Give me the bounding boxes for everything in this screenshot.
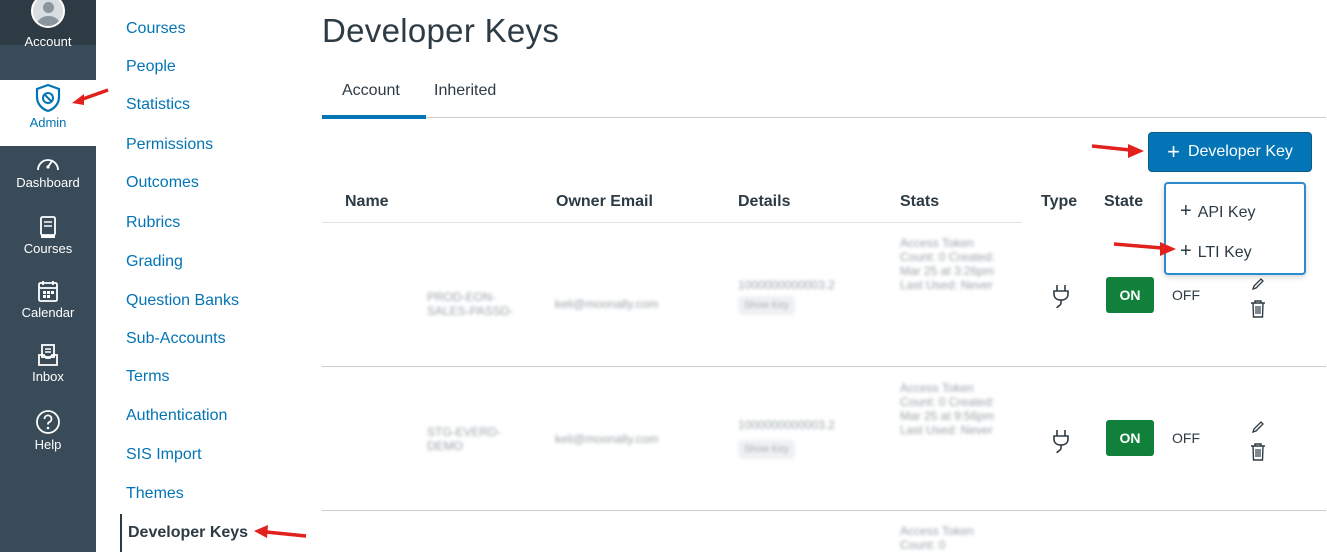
avatar — [31, 0, 65, 28]
annotation-arrow-add-key — [1091, 144, 1144, 158]
lti-plug-icon — [1053, 285, 1069, 309]
courses-book-icon — [40, 216, 56, 238]
row-stats: Access Token Count: 0 Created: Mar 25 at… — [900, 236, 995, 292]
global-nav-account-label: Account — [24, 34, 72, 49]
edit-pencil-icon[interactable] — [1251, 277, 1265, 291]
row-details-badge: Show Key — [738, 440, 796, 459]
table-header-divider — [322, 222, 1022, 223]
annotation-arrow-lti-key — [1113, 242, 1176, 256]
account-sub-nav: Courses People Statistics Permissions Ou… — [120, 0, 300, 552]
row-key-name: STG-EVERD-DEMO — [427, 425, 502, 453]
add-developer-key-label: Developer Key — [1187, 143, 1293, 160]
column-header-type: Type — [1041, 193, 1078, 210]
row-details-badge: Show Key — [738, 296, 796, 315]
row-key-name: PROD-EON-SALES-PASSD- — [427, 290, 514, 318]
global-nav-courses-label: Courses — [23, 241, 73, 256]
plus-icon: + — [1180, 240, 1192, 262]
subnav-grading[interactable]: Grading — [120, 243, 183, 281]
global-nav-calendar[interactable]: Calendar — [0, 279, 96, 320]
delete-trash-icon[interactable] — [1249, 442, 1267, 462]
global-nav-courses[interactable]: Courses — [0, 215, 96, 256]
plus-icon: + — [1180, 200, 1192, 222]
dashboard-gauge-icon — [37, 159, 59, 171]
column-header-state: State — [1104, 193, 1144, 210]
global-nav-dashboard[interactable]: Dashboard — [0, 153, 96, 190]
add-developer-key-button[interactable]: + Developer Key — [1148, 132, 1312, 172]
subnav-rubrics[interactable]: Rubrics — [120, 204, 180, 242]
subnav-question-banks[interactable]: Question Banks — [120, 282, 239, 320]
subnav-courses[interactable]: Courses — [120, 10, 186, 48]
column-header-name: Name — [345, 193, 389, 210]
calendar-icon — [38, 281, 58, 302]
table-row-divider — [322, 366, 1326, 367]
menu-item-lti-key[interactable]: + LTI Key — [1180, 240, 1252, 263]
table-row-divider — [322, 510, 1326, 511]
tab-bar: Account Inherited — [322, 72, 1326, 118]
menu-item-api-key[interactable]: + API Key — [1180, 200, 1256, 223]
state-on-toggle[interactable]: ON — [1106, 277, 1154, 313]
global-nav-help[interactable]: Help — [0, 409, 96, 452]
inbox-icon — [38, 344, 58, 366]
annotation-arrow-developer-keys — [254, 525, 307, 538]
global-nav-calendar-label: Calendar — [21, 305, 75, 320]
state-off-toggle[interactable]: OFF — [1172, 430, 1200, 446]
edit-pencil-icon[interactable] — [1251, 420, 1265, 434]
row-details-id: 1000000000003.2 — [738, 418, 835, 432]
state-on-toggle[interactable]: ON — [1106, 420, 1154, 456]
subnav-themes[interactable]: Themes — [120, 475, 184, 513]
subnav-sub-accounts[interactable]: Sub-Accounts — [120, 320, 226, 358]
global-nav-help-label: Help — [34, 437, 62, 452]
column-header-details: Details — [738, 193, 791, 210]
row-owner-email: keli@moonally.com — [555, 432, 659, 446]
plus-icon: + — [1167, 139, 1180, 164]
subnav-outcomes[interactable]: Outcomes — [120, 164, 199, 202]
tab-account[interactable]: Account — [342, 82, 400, 100]
tab-inherited[interactable]: Inherited — [434, 82, 496, 100]
state-off-toggle[interactable]: OFF — [1172, 287, 1200, 303]
menu-item-api-key-label: API Key — [1197, 204, 1256, 221]
global-nav-inbox[interactable]: Inbox — [0, 343, 96, 384]
subnav-authentication[interactable]: Authentication — [120, 397, 227, 435]
global-nav-admin-label: Admin — [29, 115, 67, 130]
subnav-statistics[interactable]: Statistics — [120, 86, 190, 124]
lti-plug-icon — [1053, 430, 1069, 454]
tab-active-indicator — [322, 115, 426, 119]
global-nav: Account Admin Dashboard Courses Calendar… — [0, 0, 96, 552]
subnav-permissions[interactable]: Permissions — [120, 126, 213, 164]
global-nav-account[interactable]: Account — [0, 0, 96, 49]
admin-shield-icon — [35, 83, 61, 113]
row-details-id: 1000000000003.2 — [738, 278, 835, 292]
column-header-stats: Stats — [900, 193, 940, 210]
row-owner-email: keli@moonally.com — [555, 297, 659, 311]
annotation-arrow-admin — [72, 88, 109, 105]
global-nav-dashboard-label: Dashboard — [16, 175, 80, 190]
menu-item-lti-key-label: LTI Key — [1197, 244, 1252, 261]
row-stats: Access Token Count: 0 — [900, 524, 974, 552]
subnav-developer-keys[interactable]: Developer Keys — [120, 514, 248, 552]
help-icon — [36, 410, 60, 434]
delete-trash-icon[interactable] — [1249, 299, 1267, 319]
subnav-terms[interactable]: Terms — [120, 358, 170, 396]
row-stats: Access Token Count: 0 Created: Mar 25 at… — [900, 381, 995, 437]
global-nav-inbox-label: Inbox — [32, 369, 64, 384]
column-header-owner-email: Owner Email — [556, 193, 653, 210]
page-title: Developer Keys — [322, 12, 560, 49]
subnav-sis-import[interactable]: SIS Import — [120, 436, 202, 474]
subnav-people[interactable]: People — [120, 48, 176, 86]
developer-key-type-menu: + API Key + LTI Key — [1164, 182, 1306, 275]
